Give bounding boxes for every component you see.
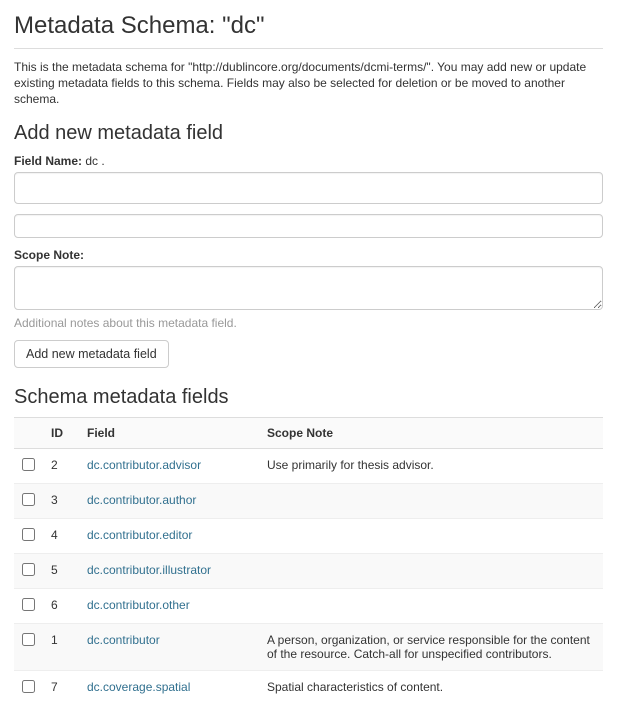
row-select-checkbox[interactable]: [22, 680, 35, 693]
table-row: 6 dc.contributor.other: [14, 588, 603, 623]
row-select-checkbox[interactable]: [22, 563, 35, 576]
table-row: 5 dc.contributor.illustrator: [14, 553, 603, 588]
row-scope-note: [259, 553, 603, 588]
field-qualifier-input[interactable]: [14, 214, 603, 238]
row-scope-note: Spatial characteristics of content.: [259, 670, 603, 705]
table-row: 4 dc.contributor.editor: [14, 518, 603, 553]
row-scope-note: [259, 518, 603, 553]
fields-table: ID Field Scope Note 2 dc.contributor.advi…: [14, 417, 603, 705]
page-title: Metadata Schema: "dc": [14, 12, 603, 49]
col-header-select: [14, 417, 43, 448]
field-name-prefix: dc .: [82, 154, 105, 168]
scope-note-label: Scope Note:: [14, 248, 603, 262]
col-header-id: ID: [43, 417, 79, 448]
field-name-label: Field Name:: [14, 154, 82, 168]
scope-note-help: Additional notes about this metadata fie…: [14, 316, 603, 330]
row-id: 7: [43, 670, 79, 705]
field-link[interactable]: dc.contributor.advisor: [87, 458, 201, 472]
add-form-heading: Add new metadata field: [14, 122, 603, 145]
field-link[interactable]: dc.coverage.spatial: [87, 680, 190, 694]
row-select-checkbox[interactable]: [22, 528, 35, 541]
row-id: 3: [43, 483, 79, 518]
field-name-row: Field Name: dc .: [14, 153, 603, 168]
row-scope-note: Use primarily for thesis advisor.: [259, 448, 603, 483]
row-select-checkbox[interactable]: [22, 633, 35, 646]
row-id: 1: [43, 623, 79, 670]
field-element-input[interactable]: [14, 172, 603, 204]
field-link[interactable]: dc.contributor: [87, 633, 160, 647]
col-header-scope: Scope Note: [259, 417, 603, 448]
table-row: 3 dc.contributor.author: [14, 483, 603, 518]
field-link[interactable]: dc.contributor.other: [87, 598, 190, 612]
field-link[interactable]: dc.contributor.illustrator: [87, 563, 211, 577]
col-header-field: Field: [79, 417, 259, 448]
row-scope-note: [259, 588, 603, 623]
add-field-button[interactable]: Add new metadata field: [14, 340, 169, 368]
table-row: 2 dc.contributor.advisor Use primarily for…: [14, 448, 603, 483]
listing-heading: Schema metadata fields: [14, 386, 603, 409]
row-id: 4: [43, 518, 79, 553]
row-select-checkbox[interactable]: [22, 598, 35, 611]
row-scope-note: [259, 483, 603, 518]
row-select-checkbox[interactable]: [22, 493, 35, 506]
scope-note-textarea[interactable]: [14, 266, 603, 310]
row-id: 2: [43, 448, 79, 483]
field-link[interactable]: dc.contributor.author: [87, 493, 196, 507]
row-id: 6: [43, 588, 79, 623]
row-id: 5: [43, 553, 79, 588]
intro-text: This is the metadata schema for "http://…: [14, 59, 603, 108]
field-link[interactable]: dc.contributor.editor: [87, 528, 192, 542]
table-row: 1 dc.contributor A person, organization, o…: [14, 623, 603, 670]
table-row: 7 dc.coverage.spatial Spatial characterist…: [14, 670, 603, 705]
row-scope-note: A person, organization, or service respo…: [259, 623, 603, 670]
row-select-checkbox[interactable]: [22, 458, 35, 471]
